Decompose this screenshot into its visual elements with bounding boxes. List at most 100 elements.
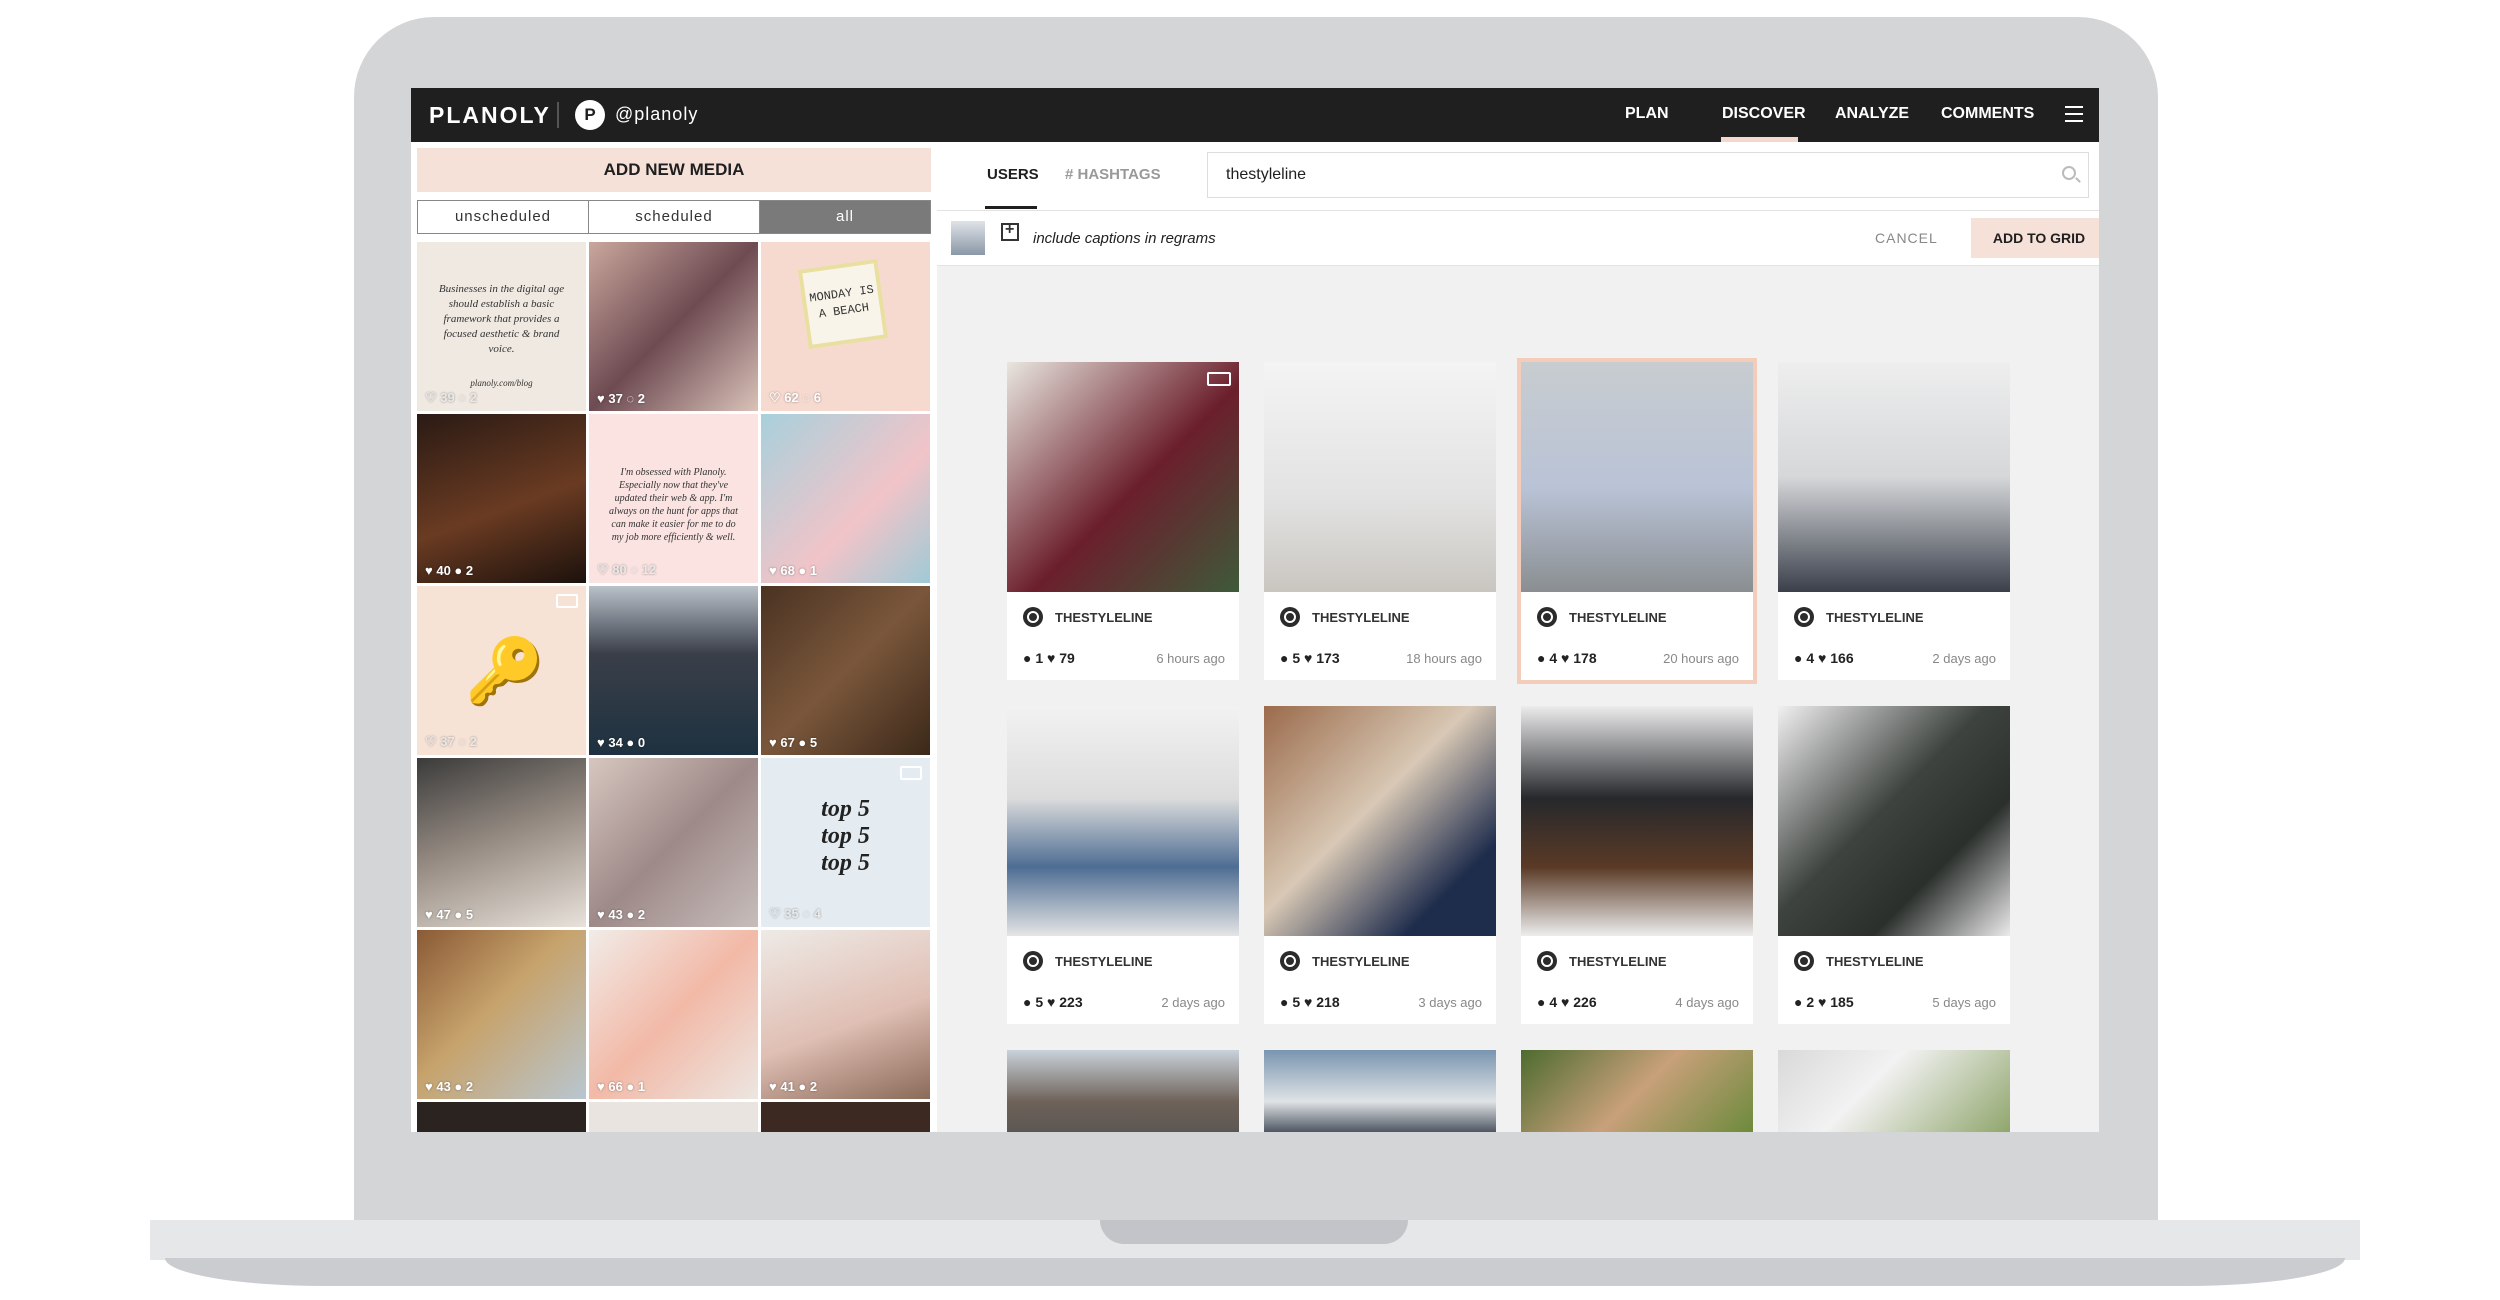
tile-stats: ♥ 41 ● 2: [769, 1079, 818, 1094]
media-tile[interactable]: ♥ 37 ◌ 2: [589, 242, 758, 411]
media-tile[interactable]: top 5 top 5 top 5 ♡ 35 ◌ 4: [761, 758, 930, 927]
post-time: 2 days ago: [1161, 995, 1225, 1010]
media-tile[interactable]: [761, 1102, 930, 1132]
tile-stats: ♥ 68 ● 1: [769, 563, 818, 578]
post-image: [1778, 362, 2010, 592]
add-caption-icon[interactable]: [1001, 221, 1019, 241]
add-new-media-button[interactable]: ADD NEW MEDIA: [417, 148, 931, 192]
tile-stats: ♡ 35 ◌ 4: [769, 906, 821, 921]
video-icon: [1207, 372, 1231, 386]
media-tile[interactable]: ♥ 68 ● 1: [761, 414, 930, 583]
post-username[interactable]: THESTYLELINE: [1055, 610, 1153, 625]
account-avatar[interactable]: P: [575, 100, 605, 130]
tile-stats: ♡ 80 ◌ 12: [597, 562, 657, 577]
user-avatar-icon: [1280, 607, 1300, 627]
media-tile[interactable]: ♥ 41 ● 2: [761, 930, 930, 1099]
post-image: [1521, 1050, 1753, 1132]
media-tile[interactable]: ♥ 66 ● 1: [589, 930, 758, 1099]
hamburger-menu-icon[interactable]: [2065, 106, 2083, 122]
planoly-logo[interactable]: PLANOLY: [429, 102, 551, 129]
post-card[interactable]: [1264, 1050, 1496, 1132]
tile-stats: ♥ 66 ● 1: [597, 1079, 646, 1094]
post-stats: ● 4 ♥ 178: [1537, 650, 1597, 666]
media-tile[interactable]: MONDAY IS A BEACH ♡ 62 ◌ 6: [761, 242, 930, 411]
post-image: [1007, 1050, 1239, 1132]
user-avatar-icon: [1794, 607, 1814, 627]
post-username[interactable]: THESTYLELINE: [1826, 954, 1924, 969]
nav-comments[interactable]: COMMENTS: [1941, 105, 2034, 123]
post-image: [1264, 706, 1496, 936]
post-image: [1778, 706, 2010, 936]
media-tile[interactable]: 🔑 ♡ 37 ◌ 2: [417, 586, 586, 755]
nav-analyze[interactable]: ANALYZE: [1835, 105, 1909, 123]
media-filter-tabs: unscheduled scheduled all: [417, 200, 931, 234]
media-tile[interactable]: Businesses in the digital age should est…: [417, 242, 586, 411]
search-input[interactable]: thestyleline: [1207, 152, 2089, 198]
add-to-grid-button[interactable]: ADD TO GRID: [1971, 218, 2099, 258]
nav-discover[interactable]: DISCOVER: [1722, 105, 1806, 123]
hashtag-icon: #: [1065, 166, 1078, 183]
laptop-notch: [1100, 1220, 1408, 1244]
nav-plan[interactable]: PLAN: [1625, 105, 1669, 123]
filter-tab-all[interactable]: all: [760, 201, 930, 233]
top-bar: PLANOLY P @planoly PLAN DISCOVER ANALYZE…: [411, 88, 2099, 142]
post-card[interactable]: THESTYLELINE ● 1 ♥ 79 6 hours ago: [1007, 362, 1239, 680]
search-icon[interactable]: [2062, 166, 2076, 180]
tab-active-indicator: [985, 206, 1037, 209]
post-username[interactable]: THESTYLELINE: [1569, 954, 1667, 969]
post-image: [1007, 362, 1239, 592]
media-tile[interactable]: ♥ 67 ● 5: [761, 586, 930, 755]
post-time: 5 days ago: [1932, 995, 1996, 1010]
key-icon: 🔑: [465, 635, 545, 707]
tile-stats: ♥ 40 ● 2: [425, 563, 474, 578]
post-time: 4 days ago: [1675, 995, 1739, 1010]
post-username[interactable]: THESTYLELINE: [1312, 954, 1410, 969]
media-tile[interactable]: ♥ 34 ● 0: [589, 586, 758, 755]
post-username[interactable]: THESTYLELINE: [1055, 954, 1153, 969]
media-tile[interactable]: ♥ 47 ● 5: [417, 758, 586, 927]
user-avatar-icon: [1537, 951, 1557, 971]
user-avatar-icon: [1537, 607, 1557, 627]
filter-tab-scheduled[interactable]: scheduled: [589, 201, 760, 233]
tab-hashtags[interactable]: # HASHTAGS: [1065, 166, 1161, 183]
post-card[interactable]: THESTYLELINE ● 2 ♥ 185 5 days ago: [1778, 706, 2010, 1024]
post-card[interactable]: THESTYLELINE ● 5 ♥ 223 2 days ago: [1007, 706, 1239, 1024]
post-card[interactable]: THESTYLELINE ● 4 ♥ 166 2 days ago: [1778, 362, 2010, 680]
video-icon: [900, 766, 922, 780]
post-image: [1521, 362, 1753, 592]
tile-stats: ♥ 47 ● 5: [425, 907, 474, 922]
media-tile[interactable]: ♥ 43 ● 2: [589, 758, 758, 927]
post-card[interactable]: THESTYLELINE ● 5 ♥ 218 3 days ago: [1264, 706, 1496, 1024]
tile-big-text: top 5 top 5 top 5: [821, 796, 870, 876]
tab-users[interactable]: USERS: [987, 166, 1039, 183]
tile-stats: ♡ 62 ◌ 6: [769, 390, 821, 405]
post-username[interactable]: THESTYLELINE: [1312, 610, 1410, 625]
user-avatar-icon: [1280, 951, 1300, 971]
include-captions-label[interactable]: include captions in regrams: [1033, 230, 1216, 247]
post-card[interactable]: THESTYLELINE ● 4 ♥ 226 4 days ago: [1521, 706, 1753, 1024]
post-card[interactable]: THESTYLELINE ● 5 ♥ 173 18 hours ago: [1264, 362, 1496, 680]
post-card-selected[interactable]: THESTYLELINE ● 4 ♥ 178 20 hours ago: [1517, 358, 1757, 684]
post-card[interactable]: [1007, 1050, 1239, 1132]
media-tile[interactable]: [417, 1102, 586, 1132]
discover-panel: USERS # HASHTAGS thestyleline include ca…: [937, 142, 2099, 1132]
post-stats: ● 5 ♥ 218: [1280, 994, 1340, 1010]
tile-quote-text: Businesses in the digital age should est…: [438, 283, 565, 355]
post-username[interactable]: THESTYLELINE: [1569, 610, 1667, 625]
media-tile[interactable]: ♥ 43 ● 2: [417, 930, 586, 1099]
media-tile[interactable]: ♥ 40 ● 2: [417, 414, 586, 583]
media-tile[interactable]: [589, 1102, 758, 1132]
post-card[interactable]: [1521, 1050, 1753, 1132]
account-handle[interactable]: @planoly: [615, 104, 698, 125]
post-card[interactable]: [1778, 1050, 2010, 1132]
search-value: thestyleline: [1226, 166, 1307, 183]
filter-tab-unscheduled[interactable]: unscheduled: [418, 201, 589, 233]
action-bar: include captions in regrams CANCEL ADD T…: [937, 211, 2099, 266]
post-image: [1521, 706, 1753, 936]
media-tile[interactable]: I'm obsessed with Planoly. Especially no…: [589, 414, 758, 583]
post-time: 3 days ago: [1418, 995, 1482, 1010]
post-username[interactable]: THESTYLELINE: [1826, 610, 1924, 625]
app-screen: PLANOLY P @planoly PLAN DISCOVER ANALYZE…: [411, 88, 2099, 1132]
cancel-button[interactable]: CANCEL: [1875, 230, 1938, 246]
post-time: 2 days ago: [1932, 651, 1996, 666]
